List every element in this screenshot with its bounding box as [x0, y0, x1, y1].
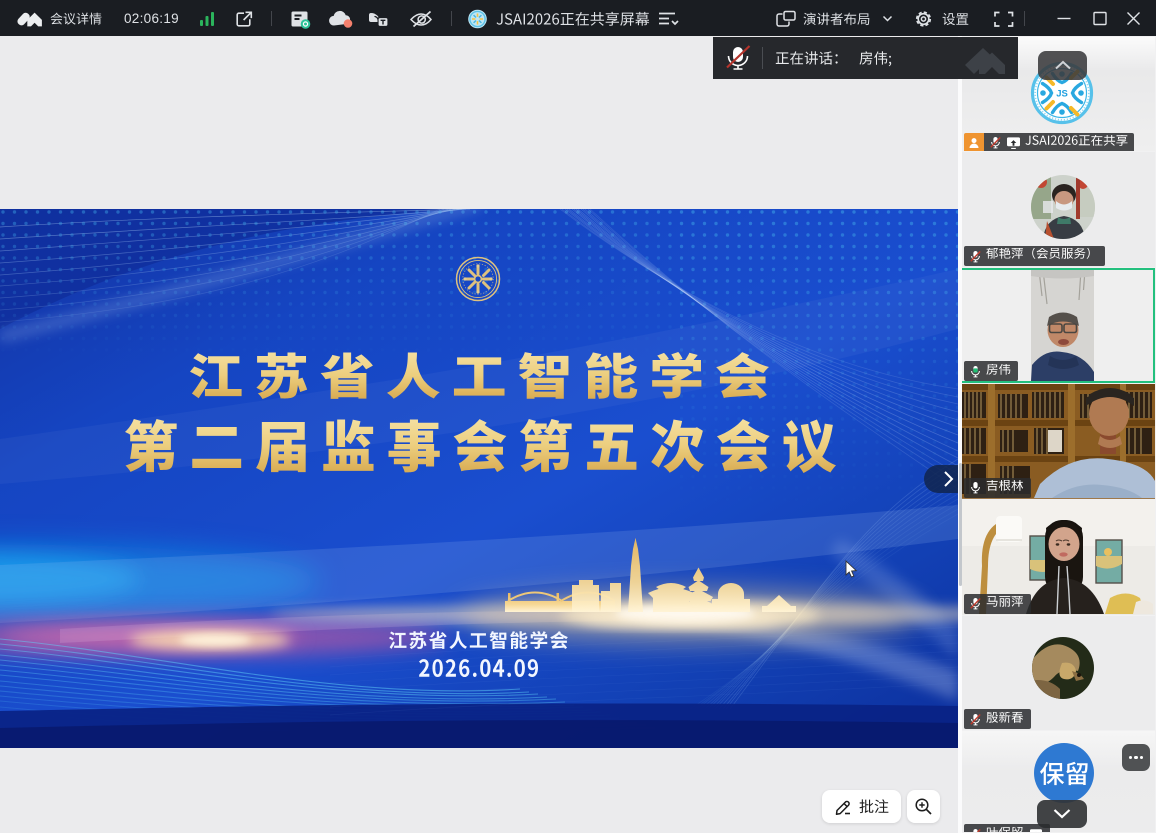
svg-text:JS: JS [1056, 88, 1068, 99]
